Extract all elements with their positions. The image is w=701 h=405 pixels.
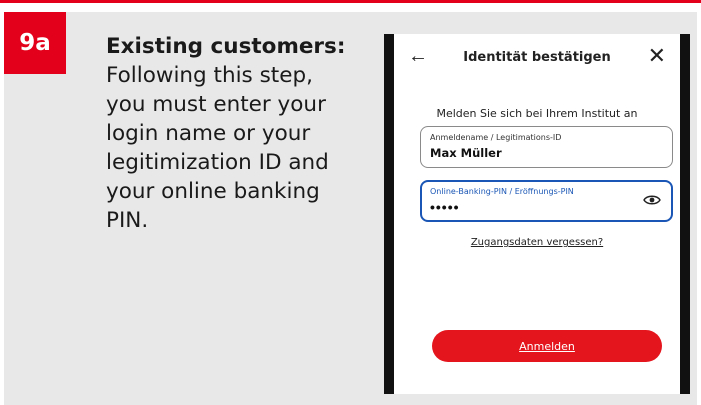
pin-masked-value: ••••• — [430, 199, 460, 215]
step-badge: 9a — [4, 12, 66, 74]
instruction-text: Existing customers: Following this step,… — [106, 32, 376, 235]
instruction-line: your online banking — [106, 179, 320, 204]
instruction-line: Following this step, — [106, 63, 313, 88]
pin-label: Online-Banking-PIN / Eröffnungs-PIN — [430, 187, 574, 196]
close-icon[interactable]: ✕ — [648, 43, 666, 69]
phone-mockup: ← Identität bestätigen ✕ Melden Sie sich… — [384, 34, 690, 394]
screen-subtitle: Melden Sie sich bei Ihrem Institut an — [436, 107, 638, 120]
login-name-value: Max Müller — [430, 146, 502, 160]
login-name-field[interactable]: Anmeldename / Legitimations-ID Max Mülle… — [420, 126, 673, 168]
login-name-label: Anmeldename / Legitimations-ID — [430, 133, 562, 142]
eye-icon[interactable] — [643, 193, 661, 207]
top-divider — [0, 0, 701, 3]
forgot-credentials-link[interactable]: Zugangsdaten vergessen? — [394, 237, 680, 248]
instruction-line: PIN. — [106, 208, 149, 233]
pin-field[interactable]: Online-Banking-PIN / Eröffnungs-PIN ••••… — [420, 180, 673, 222]
instruction-line: login name or your — [106, 121, 311, 146]
instruction-line: legitimization ID and — [106, 150, 329, 175]
screen-title: Identität bestätigen — [463, 50, 611, 65]
phone-screen: ← Identität bestätigen ✕ Melden Sie sich… — [394, 34, 680, 394]
instruction-line: you must enter your — [106, 92, 326, 117]
instruction-heading: Existing customers: — [106, 34, 346, 59]
login-button[interactable]: Anmelden — [432, 330, 662, 362]
instruction-card: 9a Existing customers: Following this st… — [4, 12, 697, 405]
app-bar: ← Identität bestätigen ✕ — [394, 34, 680, 84]
